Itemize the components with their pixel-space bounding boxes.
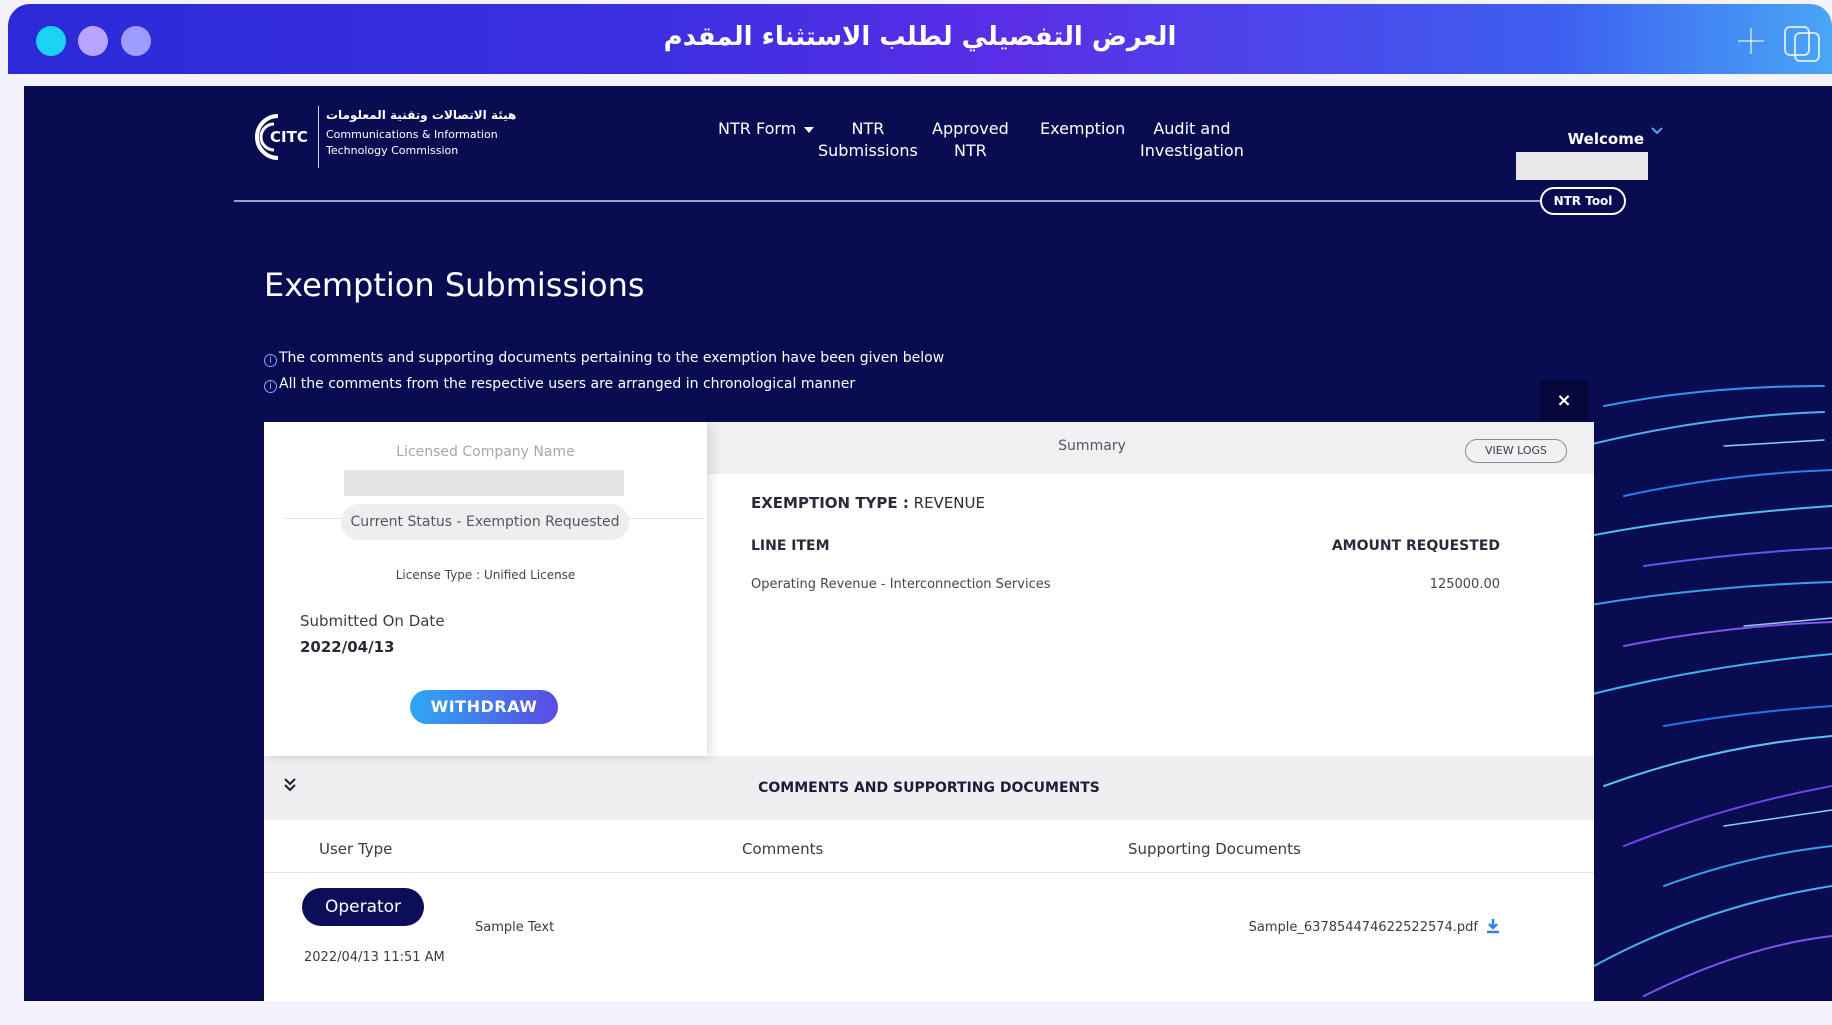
company-name-redacted	[344, 470, 624, 496]
nav-ntr-submissions[interactable]: NTR Submissions	[818, 118, 918, 162]
logo-divider	[318, 106, 319, 168]
line-item-value: Operating Revenue - Interconnection Serv…	[751, 577, 1051, 592]
new-tab-icon[interactable]	[1738, 28, 1764, 54]
status-badge: Current Status - Exemption Requested	[341, 504, 629, 540]
ntr-tool-button[interactable]: NTR Tool	[1540, 187, 1626, 215]
info-text-2: All the comments from the respective use…	[279, 376, 856, 392]
window-title: العرض التفصيلي لطلب الاستثناء المقدم	[663, 22, 1177, 52]
welcome-text: Welcome	[1567, 130, 1644, 148]
company-name-label: Licensed Company Name	[396, 444, 575, 460]
nav-approved-ntr[interactable]: Approved NTR	[932, 118, 1009, 162]
info-icon: i	[264, 354, 277, 367]
header-divider	[234, 200, 1546, 202]
nav-audit-line1: Audit and	[1153, 119, 1231, 138]
chevron-down-icon	[804, 126, 815, 133]
nav-ntr-form[interactable]: NTR Form	[718, 118, 815, 140]
nav-audit-line2: Investigation	[1140, 141, 1244, 160]
nav-approved-ntr-line1: Approved	[932, 119, 1009, 138]
exemption-type-value: REVENUE	[913, 494, 985, 512]
view-logs-button[interactable]: VIEW LOGS	[1465, 439, 1567, 463]
nav-exemption[interactable]: Exemption	[1040, 118, 1125, 140]
svg-text:CITC: CITC	[270, 128, 308, 146]
user-type-badge: Operator	[302, 888, 424, 926]
window-frame: العرض التفصيلي لطلب الاستثناء المقدم CIT…	[0, 0, 1832, 1025]
license-type: License Type : Unified License	[395, 568, 576, 582]
close-button[interactable]: ×	[1540, 381, 1588, 421]
submission-info-panel: Licensed Company Name Current Status - E…	[264, 422, 707, 756]
summary-title: Summary	[1058, 438, 1126, 454]
document-link[interactable]: Sample_637854474622522574.pdf	[1249, 920, 1478, 935]
nav-ntr-form-label: NTR Form	[718, 119, 797, 138]
download-icon[interactable]	[1486, 918, 1500, 934]
logo-english-line1: Communications & Information	[326, 128, 498, 141]
citc-logo[interactable]: CITC هيئة الاتصالات وتقنية المعلومات Com…	[252, 104, 532, 170]
line-item-header: LINE ITEM	[751, 538, 830, 554]
column-header-comments: Comments	[742, 840, 824, 858]
info-icon: i	[264, 380, 277, 393]
exemption-card: Licensed Company Name Current Status - E…	[264, 422, 1594, 1001]
submitted-on-label: Submitted On Date	[300, 612, 445, 630]
exemption-type-label: EXEMPTION TYPE :	[751, 494, 909, 512]
logo-english-line2: Technology Commission	[326, 144, 459, 157]
page-title: Exemption Submissions	[264, 266, 645, 304]
app-screen: CITC هيئة الاتصالات وتقنية المعلومات Com…	[24, 86, 1832, 1001]
amount-requested-value: 125000.00	[1429, 577, 1500, 592]
logo-arabic-text: هيئة الاتصالات وتقنية المعلومات	[326, 108, 517, 122]
nav-approved-ntr-line2: NTR	[953, 141, 987, 160]
citc-logo-mark: CITC	[255, 114, 308, 160]
column-header-supporting-documents: Supporting Documents	[1128, 840, 1301, 858]
user-name-redacted	[1516, 152, 1648, 180]
comments-section-header[interactable]: COMMENTS AND SUPPORTING DOCUMENTS	[264, 756, 1594, 820]
summary-header: Summary VIEW LOGS	[707, 422, 1594, 474]
title-bar: العرض التفصيلي لطلب الاستثناء المقدم	[8, 4, 1832, 74]
exemption-type: EXEMPTION TYPE : REVENUE	[751, 494, 985, 512]
info-line: i All the comments from the respective us…	[264, 376, 855, 393]
column-header-user-type: User Type	[319, 840, 393, 858]
comment-timestamp: 2022/04/13 11:51 AM	[304, 950, 445, 965]
info-text-1: The comments and supporting documents pe…	[279, 350, 945, 366]
submitted-on-date: 2022/04/13	[300, 638, 395, 656]
amount-requested-header: AMOUNT REQUESTED	[1331, 538, 1500, 554]
withdraw-button[interactable]: WITHDRAW	[410, 690, 558, 724]
nav-ntr-submissions-line2: Submissions	[818, 141, 918, 160]
comments-section-title: COMMENTS AND SUPPORTING DOCUMENTS	[758, 780, 1100, 796]
info-line: i The comments and supporting documents p…	[264, 350, 944, 367]
comment-text: Sample Text	[475, 920, 555, 935]
nav-exemption-label: Exemption	[1040, 119, 1126, 138]
table-header-divider	[264, 872, 1594, 873]
nav-audit-investigation[interactable]: Audit and Investigation	[1140, 118, 1244, 162]
nav-ntr-submissions-line1: NTR	[851, 119, 885, 138]
copy-window-icon[interactable]	[1780, 22, 1824, 62]
chevron-down-icon[interactable]	[1650, 124, 1664, 138]
